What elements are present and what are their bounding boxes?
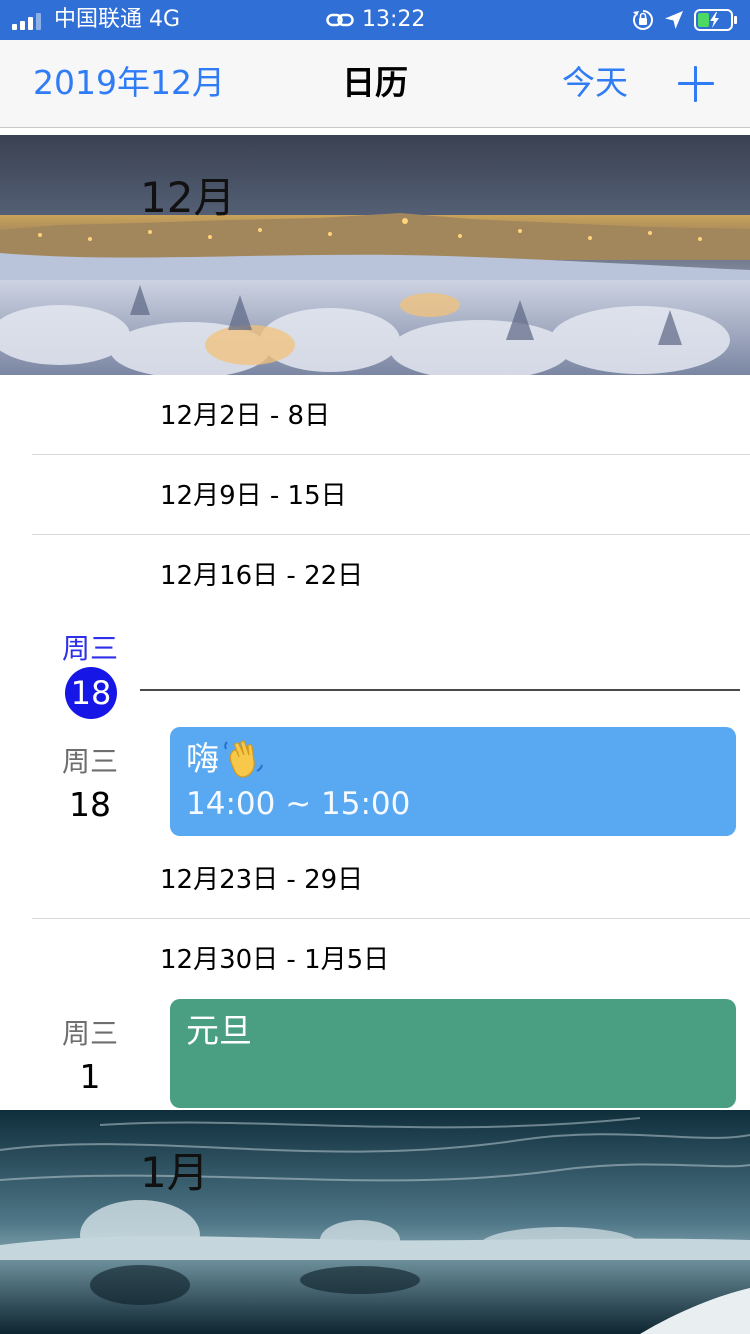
today-date-badge[interactable]: 18 — [65, 667, 117, 719]
week-divider — [32, 534, 750, 535]
carrier-label: 中国联通 4G — [54, 7, 181, 32]
week-row[interactable]: 12月23日 - 29日 — [160, 864, 363, 896]
plus-icon[interactable] — [678, 66, 714, 102]
location-icon — [665, 11, 683, 29]
link-icon — [326, 13, 354, 27]
frozen-lake-image — [0, 1110, 750, 1334]
page-title: 日历 — [342, 63, 408, 102]
week-row[interactable]: 12月2日 - 8日 — [160, 400, 330, 432]
week-row[interactable]: 12月9日 - 15日 — [160, 480, 347, 512]
winter-city-night-image — [0, 135, 750, 375]
event-card[interactable]: 元旦 — [170, 999, 736, 1108]
week-row[interactable]: 12月30日 - 1月5日 — [160, 944, 389, 976]
event-title: 嗨 — [186, 739, 219, 778]
current-time-line — [140, 689, 740, 691]
event-card[interactable]: 嗨 14:00 ~ 15:00 — [170, 727, 736, 836]
day-number: 18 — [69, 785, 111, 824]
month-label: 1月 — [140, 1148, 209, 1197]
day-number: 1 — [79, 1057, 101, 1096]
event-title: 元旦 — [186, 1011, 252, 1050]
today-button[interactable]: 今天 — [562, 62, 628, 104]
signal-icon — [12, 12, 41, 30]
nav-bar: 2019年12月 日历 今天 — [0, 40, 750, 128]
orientation-lock-icon — [633, 10, 653, 30]
battery-icon — [694, 9, 737, 31]
event-time: 14:00 ~ 15:00 — [186, 786, 411, 822]
month-banner-january: 1月 — [0, 1110, 750, 1334]
week-divider — [32, 918, 750, 919]
week-row[interactable]: 12月16日 - 22日 — [160, 560, 363, 592]
status-time: 13:22 — [362, 7, 426, 32]
day-weekday: 周三 — [61, 1017, 118, 1050]
waving-hand-icon — [224, 740, 263, 778]
week-divider — [32, 454, 750, 455]
status-bar: 中国联通 4G 13:22 — [0, 0, 750, 40]
month-label: 12月 — [140, 173, 236, 222]
month-banner-december: 12月 — [0, 135, 750, 375]
today-weekday: 周三 — [61, 632, 118, 665]
day-weekday: 周三 — [61, 745, 118, 778]
